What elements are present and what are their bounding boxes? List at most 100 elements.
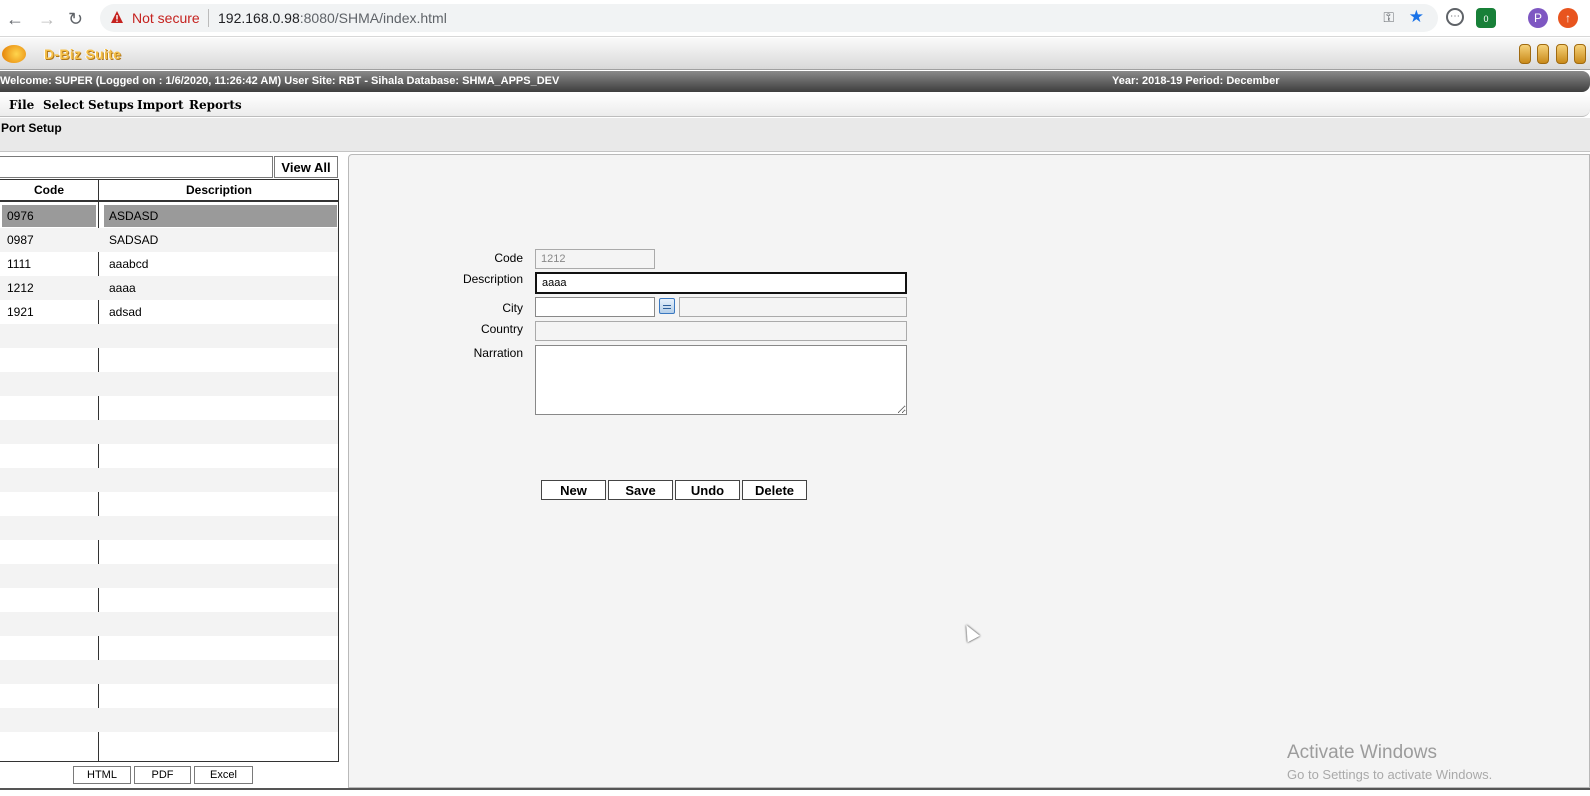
table-row[interactable]: 1111 aaabcd — [0, 252, 338, 276]
bookmark-star-icon[interactable]: ★ — [1409, 7, 1424, 27]
description-label: Description — [462, 272, 523, 286]
period-text: Year: 2018-19 Period: December — [1112, 75, 1280, 87]
search-input[interactable] — [0, 156, 273, 178]
export-html-button[interactable]: HTML — [73, 766, 131, 784]
key-icon[interactable]: ⚿ — [1383, 9, 1394, 26]
cell-code — [2, 397, 96, 419]
empty-row — [0, 732, 338, 756]
column-header-code[interactable]: Code — [0, 180, 98, 202]
cell-description: ASDASD — [104, 205, 337, 227]
welcome-text: Welcome: SUPER (Logged on : 1/6/2020, 11… — [0, 75, 560, 87]
menu-bar: File Select Setups Import Reports — [0, 93, 1590, 117]
cell-code — [2, 517, 96, 539]
country-field — [535, 321, 907, 341]
city-lookup-icon[interactable] — [659, 298, 675, 314]
delete-button[interactable]: Delete — [742, 480, 807, 500]
cell-code — [2, 541, 96, 563]
table-row[interactable]: 1921 adsad — [0, 300, 338, 324]
extension-icon[interactable]: ⋯ — [1446, 8, 1464, 26]
empty-row — [0, 468, 338, 492]
narration-field[interactable] — [535, 345, 907, 415]
extension-badge: 0 — [1483, 14, 1489, 24]
code-field[interactable] — [535, 249, 655, 269]
menu-file[interactable]: File — [9, 98, 34, 112]
menu-select[interactable]: Select — [43, 98, 84, 112]
cell-code — [2, 325, 96, 347]
shield-extension-icon[interactable]: 0 — [1476, 8, 1496, 28]
cell-code — [2, 613, 96, 635]
cell-description — [104, 397, 337, 419]
empty-row — [0, 564, 338, 588]
reload-icon[interactable]: ↻ — [68, 9, 83, 30]
cell-code — [2, 373, 96, 395]
page-title: Port Setup — [1, 121, 62, 135]
cell-description: SADSAD — [109, 233, 159, 247]
address-bar[interactable]: Not secure 192.168.0.98:8080/SHMA/index.… — [100, 4, 1438, 32]
cell-description — [104, 469, 337, 491]
cell-code — [2, 685, 96, 707]
undo-button[interactable]: Undo — [675, 480, 740, 500]
cell-code — [2, 589, 96, 611]
profile-avatar[interactable]: P — [1528, 8, 1548, 28]
cell-description: aaabcd — [109, 257, 149, 271]
menu-reports[interactable]: Reports — [189, 98, 242, 112]
lock-icon[interactable] — [1555, 44, 1568, 64]
url-text[interactable]: 192.168.0.98:8080/SHMA/index.html — [218, 10, 447, 26]
cell-description — [104, 421, 337, 443]
empty-row — [0, 372, 338, 396]
table-row[interactable]: 0976 ASDASD — [0, 204, 338, 228]
back-icon[interactable]: ← — [6, 9, 24, 30]
city-label: City — [502, 301, 523, 315]
cell-description — [104, 733, 337, 755]
activate-windows-title: Activate Windows — [1287, 742, 1437, 763]
warning-icon — [111, 11, 123, 23]
column-header-description[interactable]: Description — [99, 180, 338, 202]
app-header: D-Biz Suite — [0, 38, 1590, 70]
empty-row — [0, 420, 338, 444]
export-excel-button[interactable]: Excel — [194, 766, 253, 784]
cell-description — [104, 637, 337, 659]
city-name-field — [679, 297, 907, 317]
city-code-field[interactable] — [535, 297, 655, 317]
cell-code: 1111 — [7, 257, 32, 271]
not-secure-label[interactable]: Not secure — [132, 10, 200, 26]
url-path: :8080/SHMA/index.html — [299, 10, 447, 26]
export-pdf-button[interactable]: PDF — [134, 766, 191, 784]
help-icon[interactable] — [1537, 44, 1550, 64]
cell-description — [104, 493, 337, 515]
cell-description — [104, 685, 337, 707]
empty-row — [0, 324, 338, 348]
empty-row — [0, 516, 338, 540]
table-row[interactable]: 1212 aaaa — [0, 276, 338, 300]
menu-import[interactable]: Import — [137, 98, 184, 112]
table-row[interactable]: 0987 SADSAD — [0, 228, 338, 252]
update-icon[interactable]: ↑ — [1558, 8, 1578, 28]
cell-code — [2, 493, 96, 515]
cell-code — [2, 565, 96, 587]
home-icon[interactable] — [1518, 44, 1531, 64]
cell-description — [104, 349, 337, 371]
menu-setups[interactable]: Setups — [88, 98, 134, 112]
cell-code — [2, 637, 96, 659]
status-bar: Welcome: SUPER (Logged on : 1/6/2020, 11… — [0, 71, 1590, 92]
view-all-button[interactable]: View All — [274, 156, 338, 178]
empty-row — [0, 636, 338, 660]
narration-label: Narration — [473, 346, 523, 360]
page-bottom-border — [0, 788, 1590, 796]
new-button[interactable]: New — [541, 480, 606, 500]
cell-description — [104, 445, 337, 467]
cell-code — [2, 469, 96, 491]
page-title-bar: Port Setup — [0, 118, 1590, 152]
country-label: Country — [480, 322, 523, 336]
empty-row — [0, 708, 338, 732]
logout-icon[interactable] — [1574, 44, 1586, 64]
divider — [208, 9, 209, 27]
cell-code — [2, 349, 96, 371]
save-button[interactable]: Save — [608, 480, 673, 500]
description-field[interactable] — [535, 272, 907, 294]
app-brand: D-Biz Suite — [44, 46, 122, 62]
code-label: Code — [494, 251, 523, 265]
forward-icon[interactable]: → — [38, 9, 56, 30]
cell-code: 1212 — [7, 281, 34, 295]
port-list-grid: Code Description 0976 ASDASD 0987 SADSAD 111… — [0, 179, 339, 762]
